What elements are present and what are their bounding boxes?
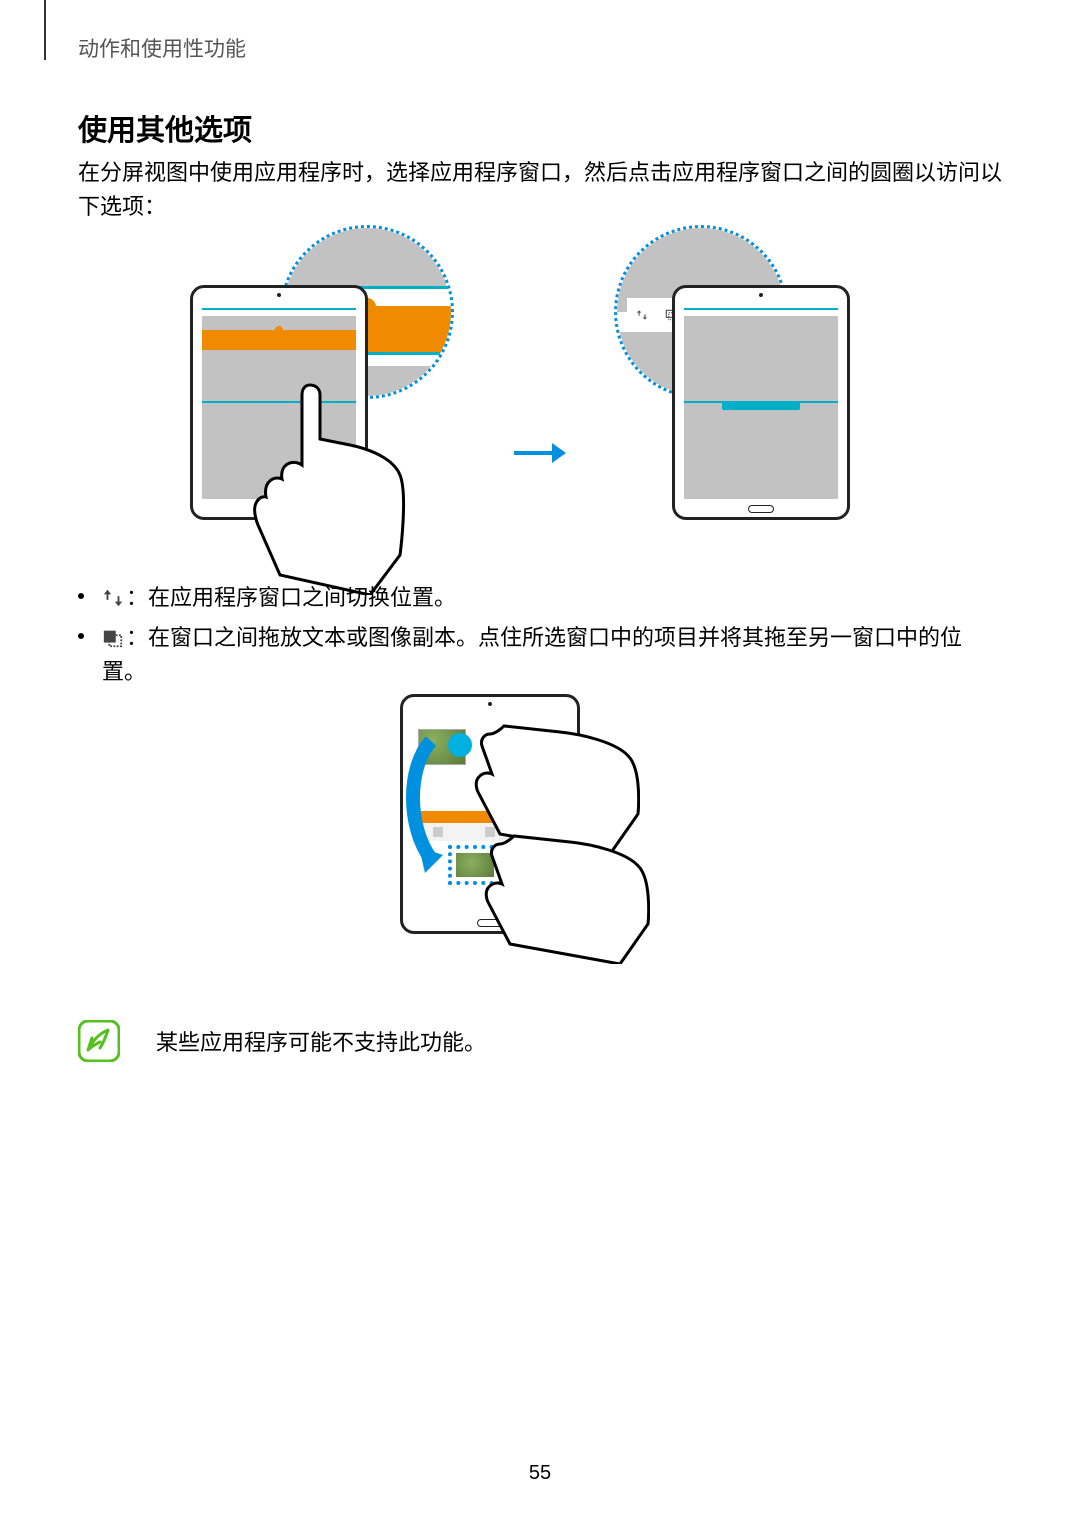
figure-split-screen-circle [0,225,1080,565]
note-icon [78,1020,120,1062]
section-body: 在分屏视图中使用应用程序时，选择应用程序窗口，然后点击应用程序窗口之间的圆圈以访… [78,156,1002,224]
list-item: ：在窗口之间拖放文本或图像副本。点住所选窗口中的项目并将其拖至另一窗口中的位置。 [78,621,1002,689]
list-item: ：在应用程序窗口之间切换位置。 [78,581,1002,615]
bullet-dot [78,593,84,599]
page-number: 55 [0,1462,1080,1485]
hand-pointer-left [250,375,410,595]
note-text: 某些应用程序可能不支持此功能。 [156,1025,486,1057]
drag-content-icon [102,625,124,647]
bullet-list: ：在应用程序窗口之间切换位置。 ：在窗口之间拖放文本或图像副本。点住所选窗口中的… [78,581,1002,695]
figure-right-unit [598,225,898,555]
bullet-text: ：在应用程序窗口之间切换位置。 [126,585,456,610]
bullet-text: ：在窗口之间拖放文本或图像副本。点住所选窗口中的项目并将其拖至另一窗口中的位置。 [102,625,962,684]
arrow-icon [512,441,568,470]
figure-drag-drop [0,694,1080,956]
swap-icon [635,308,649,322]
bullet-dot [78,633,84,639]
tablet-right [672,285,850,520]
hand-pointer-bottom [470,824,650,964]
note-callout: 某些应用程序可能不支持此功能。 [78,1020,1002,1062]
figure-left-unit [182,225,482,555]
page-margin-rule [44,0,46,60]
swap-icon [102,585,124,607]
section-title: 使用其他选项 [78,107,252,149]
drag-arrow-icon [401,737,461,857]
breadcrumb: 动作和使用性功能 [78,33,246,63]
